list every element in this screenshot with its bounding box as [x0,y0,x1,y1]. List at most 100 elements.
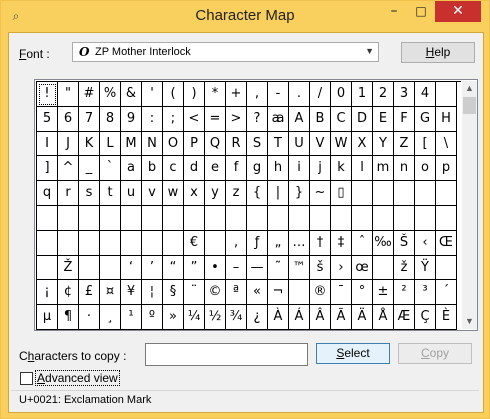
character-cell[interactable]: ▯ [331,181,352,206]
character-cell[interactable]: ƒ [247,230,268,256]
character-cell[interactable]: ¤ [100,280,121,306]
character-cell[interactable]: ‘ [121,255,142,281]
character-cell[interactable] [37,205,58,231]
character-cell[interactable]: ½ [205,305,226,330]
character-cell[interactable]: È [436,305,457,330]
character-cell[interactable]: œ [352,255,373,281]
character-cell[interactable]: ¡ [37,280,58,306]
character-cell[interactable]: Ä [352,305,373,330]
character-cell[interactable]: C [331,106,352,132]
character-cell[interactable]: š [310,255,331,281]
close-button[interactable]: ✕ [435,1,481,22]
help-button[interactable]: Help [401,42,475,63]
character-cell[interactable]: « [247,280,268,306]
character-cell[interactable]: ^ [58,156,79,182]
character-cell[interactable]: • [205,255,226,281]
character-cell[interactable]: Ã [331,305,352,330]
character-cell[interactable]: ( [163,82,184,107]
character-cell[interactable] [37,255,58,281]
character-cell[interactable]: ¿ [247,305,268,330]
character-cell[interactable]: t [100,181,121,206]
character-cell[interactable]: ª [226,280,247,306]
character-cell[interactable]: ‹ [415,230,436,256]
character-cell[interactable]: Ž [58,255,79,281]
character-cell[interactable]: + [226,82,247,107]
character-cell[interactable]: ž [394,255,415,281]
character-cell[interactable]: i [289,156,310,182]
character-cell[interactable] [289,280,310,306]
character-cell[interactable]: . [289,82,310,107]
character-cell[interactable]: m [373,156,394,182]
font-dropdown[interactable]: O ZP Mother Interlock ▼ [72,42,379,62]
select-button[interactable]: Select [316,343,390,364]
character-cell[interactable]: a [121,156,142,182]
character-cell[interactable]: Å [373,305,394,330]
character-cell[interactable] [100,205,121,231]
character-cell[interactable]: 8 [100,106,121,132]
character-cell[interactable]: ‡ [331,230,352,256]
character-cell[interactable]: » [163,305,184,330]
character-cell[interactable]: [ [415,131,436,157]
character-cell[interactable]: w [163,181,184,206]
advanced-view-checkbox[interactable] [20,372,33,385]
character-cell[interactable]: p [436,156,457,182]
character-cell[interactable]: ˜ [268,255,289,281]
character-cell[interactable]: ~ [310,181,331,206]
character-cell[interactable]: S [247,131,268,157]
character-cell[interactable]: ’ [142,255,163,281]
character-cell[interactable] [79,255,100,281]
character-cell[interactable]: ± [373,280,394,306]
character-cell[interactable]: U [289,131,310,157]
character-cell[interactable]: ] [37,156,58,182]
character-cell[interactable]: V [310,131,331,157]
character-cell[interactable]: ' [142,82,163,107]
character-cell[interactable]: - [268,82,289,107]
character-cell[interactable]: ™ [289,255,310,281]
character-cell[interactable]: * [205,82,226,107]
character-cell[interactable]: P [184,131,205,157]
character-cell[interactable]: b [142,156,163,182]
character-cell[interactable] [58,205,79,231]
character-cell[interactable]: x [184,181,205,206]
character-cell[interactable]: X [352,131,373,157]
character-cell[interactable]: Œ [436,230,457,256]
character-cell[interactable]: µ [37,305,58,330]
character-cell[interactable]: 6 [58,106,79,132]
character-cell[interactable]: q [37,181,58,206]
character-cell[interactable]: ! [37,82,58,107]
character-cell[interactable]: ³ [415,280,436,306]
character-cell[interactable]: L [100,131,121,157]
character-cell[interactable]: ¥ [121,280,142,306]
character-cell[interactable]: ¦ [142,280,163,306]
character-cell[interactable]: h [268,156,289,182]
character-cell[interactable] [79,205,100,231]
character-cell[interactable]: © [205,280,226,306]
scroll-down-icon[interactable]: ▼ [462,314,477,329]
character-cell[interactable] [289,205,310,231]
character-cell[interactable]: · [79,305,100,330]
character-cell[interactable] [184,205,205,231]
character-cell[interactable]: u [121,181,142,206]
character-cell[interactable] [226,205,247,231]
character-cell[interactable]: A [289,106,310,132]
character-cell[interactable] [79,230,100,256]
character-cell[interactable]: ? [247,106,268,132]
character-cell[interactable]: W [331,131,352,157]
character-cell[interactable]: 7 [79,106,100,132]
character-cell[interactable]: { [247,181,268,206]
character-cell[interactable]: J [58,131,79,157]
character-cell[interactable] [436,82,457,107]
character-cell[interactable]: c [163,156,184,182]
character-cell[interactable] [415,181,436,206]
character-cell[interactable]: F [394,106,415,132]
character-cell[interactable]: } [289,181,310,206]
character-cell[interactable]: º [142,305,163,330]
character-cell[interactable]: l [352,156,373,182]
character-cell[interactable]: Ÿ [415,255,436,281]
character-cell[interactable]: O [163,131,184,157]
character-cell[interactable] [205,205,226,231]
character-cell[interactable]: ¸ [100,305,121,330]
character-cell[interactable]: r [58,181,79,206]
character-cell[interactable]: R [226,131,247,157]
character-cell[interactable] [394,181,415,206]
